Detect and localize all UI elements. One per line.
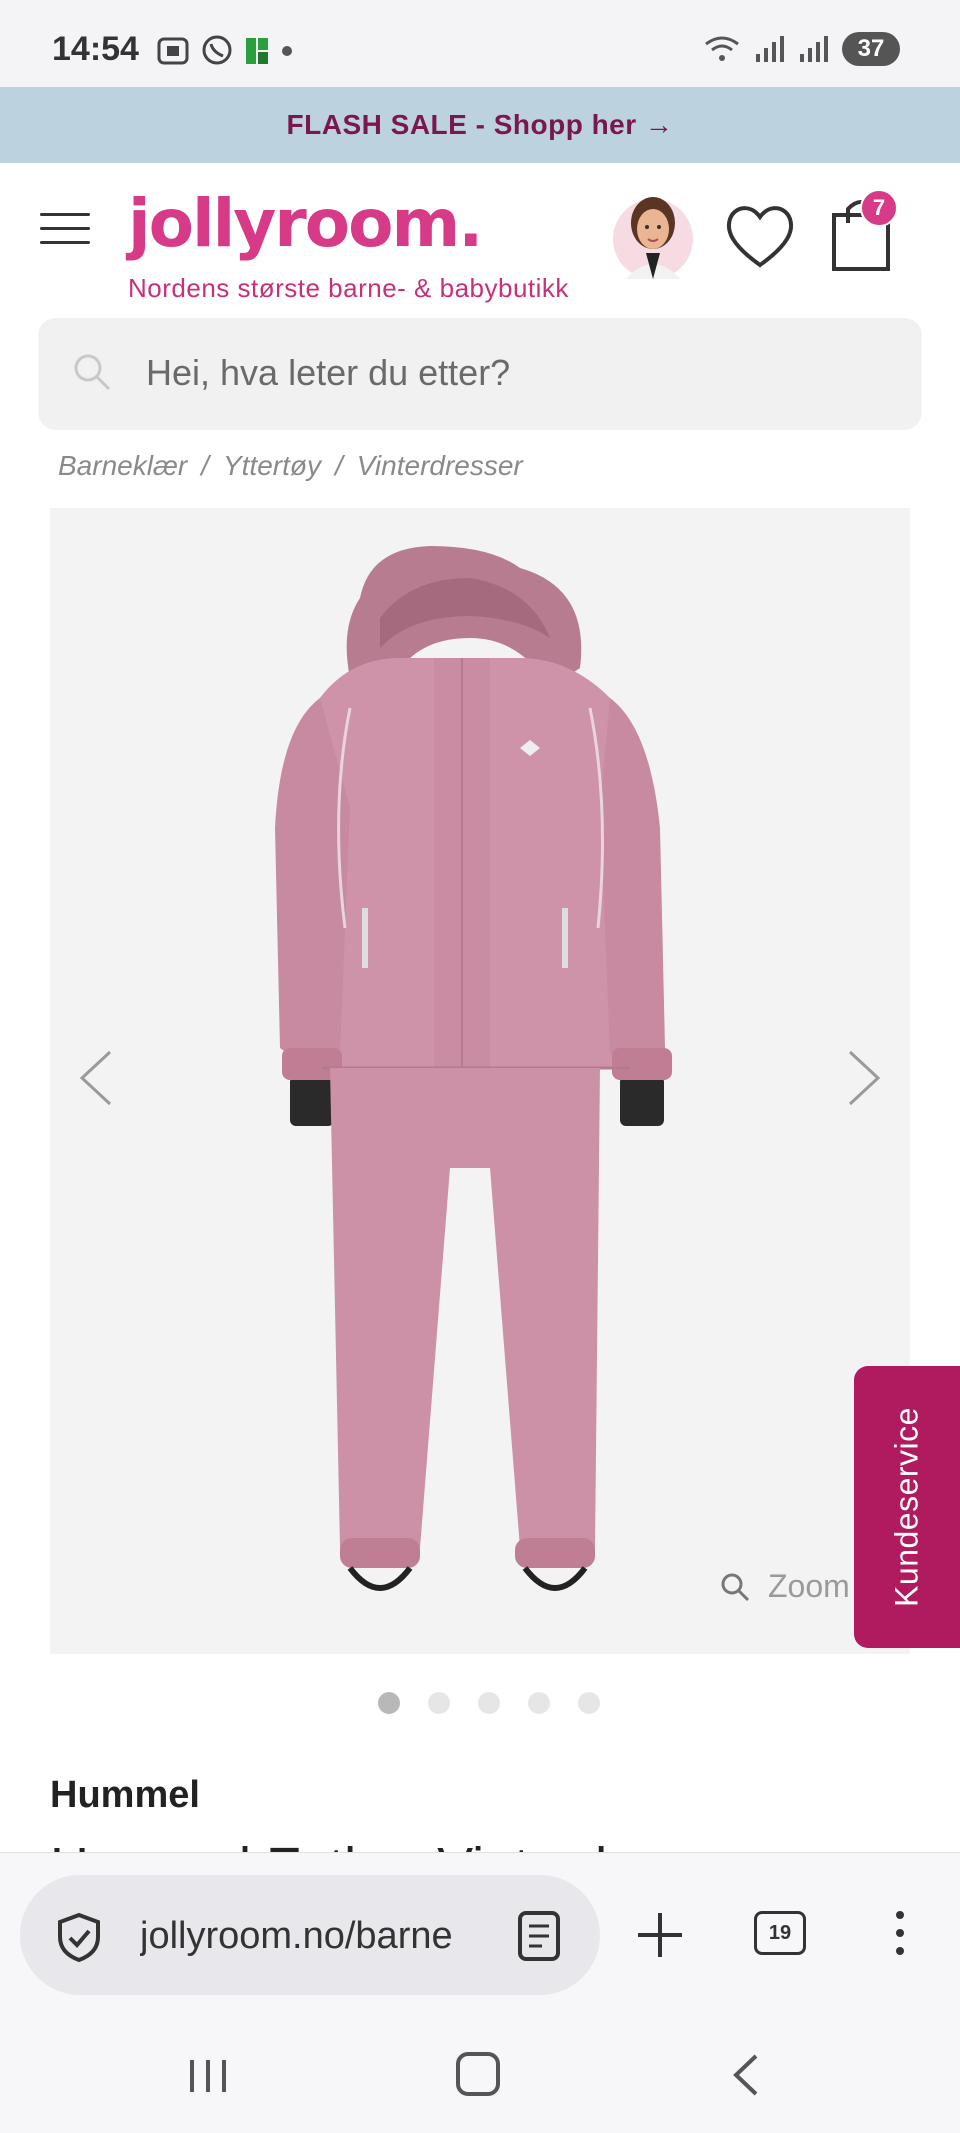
zoom-label: Zoom: [768, 1568, 850, 1604]
gallery-dot-4[interactable]: [528, 1692, 550, 1714]
tab-switcher-button[interactable]: 19: [754, 1911, 806, 1955]
status-time: 14:54: [52, 30, 139, 68]
system-navigation-bar: [0, 2012, 960, 2133]
url-text[interactable]: jollyroom.no/barne: [140, 1915, 500, 1958]
address-bar[interactable]: jollyroom.no/barne: [20, 1875, 600, 1995]
flash-sale-banner[interactable]: FLASH SALE - Shopp her →: [0, 87, 960, 163]
signal-2-icon: [800, 36, 828, 62]
search-icon: [74, 354, 111, 391]
dot-icon: [282, 46, 292, 56]
system-icons: 37: [702, 32, 900, 66]
gallery-dot-1[interactable]: [378, 1692, 400, 1714]
customer-service-label: Kundeservice: [888, 1407, 925, 1607]
app-notification-icon: [246, 38, 268, 64]
zoom-button[interactable]: Zoom: [720, 1568, 850, 1605]
home-icon[interactable]: [456, 2052, 500, 2096]
notification-icons: [156, 34, 294, 68]
breadcrumb: Barneklær / Yttertøy / Vinterdresser: [58, 450, 523, 482]
shield-check-icon[interactable]: [54, 1911, 104, 1963]
recent-apps-icon[interactable]: [186, 2056, 230, 2096]
gallery-next-arrow-icon[interactable]: [844, 1048, 884, 1108]
browser-toolbar: jollyroom.no/barne 19: [0, 1852, 960, 2012]
site-tagline: Nordens største barne- & babybutikk: [128, 273, 569, 303]
search-bar[interactable]: [38, 318, 922, 430]
reader-mode-icon[interactable]: [516, 1909, 562, 1963]
status-bar: 14:54 37: [0, 0, 960, 87]
customer-service-tab[interactable]: Kundeservice: [854, 1366, 960, 1648]
gallery-prev-arrow-icon[interactable]: [76, 1048, 116, 1108]
viber-icon: [202, 35, 232, 65]
assistant-avatar-icon[interactable]: [612, 183, 694, 283]
product-image[interactable]: [50, 508, 910, 1654]
battery-indicator: 37: [842, 32, 900, 66]
flash-sale-text: FLASH SALE - Shopp her →: [286, 109, 674, 140]
gallery-dot-2[interactable]: [428, 1692, 450, 1714]
breadcrumb-separator: /: [201, 450, 209, 481]
breadcrumb-item-yttertoy[interactable]: Yttertøy: [223, 450, 321, 482]
gallery-dot-3[interactable]: [478, 1692, 500, 1714]
menu-icon[interactable]: [40, 213, 90, 249]
screenshot-icon: [157, 37, 189, 65]
back-icon[interactable]: [730, 2052, 760, 2098]
breadcrumb-item-vinterdresser[interactable]: Vinterdresser: [357, 450, 523, 482]
breadcrumb-separator: /: [334, 450, 343, 481]
wishlist-heart-icon[interactable]: [722, 201, 798, 271]
new-tab-plus-icon[interactable]: [636, 1911, 684, 1959]
signal-icon: [756, 36, 784, 62]
zoom-magnifier-icon: [721, 1573, 750, 1601]
cart-count-badge: 7: [860, 189, 898, 227]
more-options-icon[interactable]: [894, 1909, 906, 1957]
gallery-pagination: [378, 1692, 600, 1714]
search-input[interactable]: [146, 348, 886, 398]
breadcrumb-item-barneklaer[interactable]: Barneklær: [58, 450, 187, 482]
gallery-dot-5[interactable]: [578, 1692, 600, 1714]
wifi-icon: [705, 36, 739, 61]
site-header: jollyroom. Nordens største barne- & baby…: [0, 163, 960, 313]
product-image-gallery[interactable]: Zoom: [50, 508, 910, 1654]
site-logo[interactable]: jollyroom.: [128, 185, 483, 262]
product-brand[interactable]: Hummel: [50, 1774, 200, 1817]
